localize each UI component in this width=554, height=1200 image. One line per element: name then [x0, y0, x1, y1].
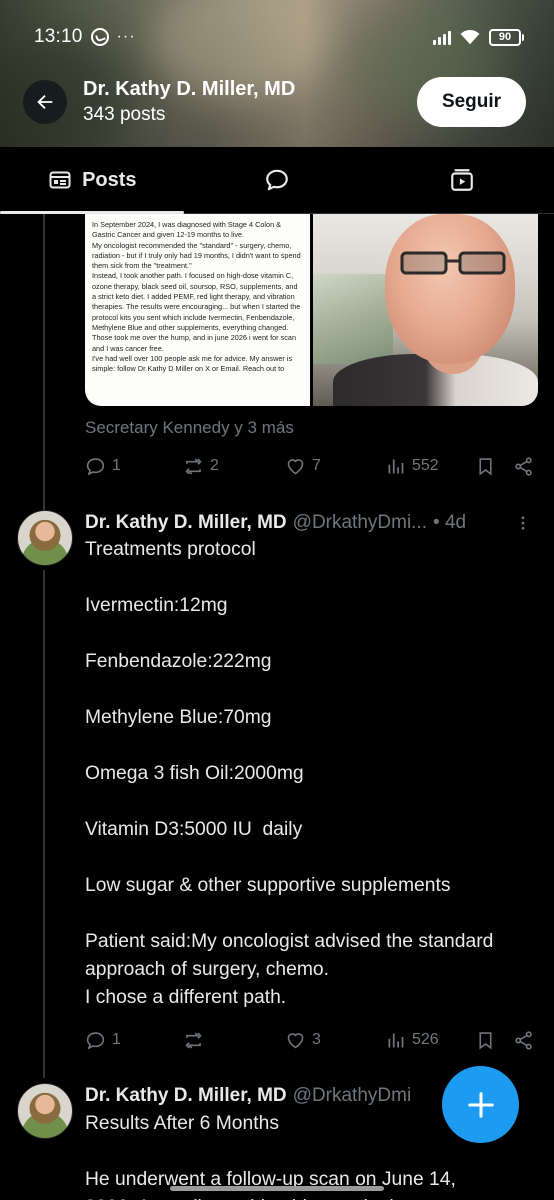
more-options-button[interactable]	[514, 514, 532, 538]
posts-icon	[49, 171, 71, 189]
post-actions: 1 2 7 552	[85, 452, 537, 480]
repost-icon	[185, 458, 202, 474]
post-actions: 1 3 526	[85, 1026, 537, 1054]
views-icon	[388, 459, 404, 473]
tab-posts[interactable]: Posts	[0, 147, 185, 214]
status-time: 13:10	[34, 26, 83, 47]
author-handle[interactable]: @DrkathyDmi...	[293, 512, 427, 534]
patient-photo[interactable]	[313, 214, 538, 406]
battery-level: 90	[489, 28, 521, 46]
post-author: Dr. Kathy D. Miller, MD @DrkathyDmi	[85, 1085, 411, 1107]
more-notifications-icon: ···	[116, 28, 136, 45]
heart-icon	[287, 1032, 304, 1048]
share-icon	[515, 456, 532, 476]
image-text-line: In September 2024, I was diagnosed with …	[92, 220, 282, 240]
avatar[interactable]	[17, 510, 73, 566]
image-text-line: My oncologist recommended the "standard"…	[92, 240, 301, 271]
like-button[interactable]: 3	[285, 1030, 385, 1051]
bookmark-button[interactable]	[475, 1030, 513, 1051]
more-vertical-icon	[521, 516, 525, 530]
compose-button[interactable]	[442, 1066, 519, 1143]
profile-header: 13:10 ··· 90 Dr. Kathy D. Miller, MD 343…	[0, 0, 554, 147]
repost-count: 2	[210, 457, 219, 474]
like-count: 3	[312, 1031, 321, 1048]
image-text-line: Those took me over the hump, and in june…	[92, 333, 297, 353]
repost-icon	[185, 1032, 202, 1048]
heart-icon	[287, 458, 304, 474]
share-button[interactable]	[513, 1030, 534, 1051]
like-count: 7	[312, 457, 321, 474]
profile-tabs: Posts	[0, 147, 554, 214]
image-text-line: I've had well over 100 people ask me for…	[92, 353, 293, 374]
bookmark-icon	[479, 1031, 492, 1050]
author-name[interactable]: Dr. Kathy D. Miller, MD	[85, 1085, 287, 1107]
view-count: 526	[412, 1031, 439, 1048]
testimonial-image[interactable]: In September 2024, I was diagnosed with …	[85, 214, 310, 406]
author-handle[interactable]: @DrkathyDmi	[293, 1085, 412, 1107]
signal-icon	[433, 29, 451, 45]
reply-icon	[86, 457, 105, 475]
battery-icon: 90	[489, 28, 524, 46]
profile-name: Dr. Kathy D. Miller, MD	[83, 78, 296, 100]
author-name[interactable]: Dr. Kathy D. Miller, MD	[85, 512, 287, 534]
wifi-icon	[459, 28, 481, 46]
bookmark-icon	[479, 457, 492, 476]
status-bar: 13:10 ··· 90	[34, 24, 524, 50]
avatar[interactable]	[17, 1083, 73, 1139]
media-icon	[450, 169, 473, 191]
reply-count: 1	[112, 457, 121, 474]
tab-media[interactable]	[369, 147, 554, 213]
views-button[interactable]: 526	[385, 1030, 475, 1051]
repost-button[interactable]: 2	[183, 456, 285, 477]
replies-icon	[266, 169, 288, 191]
reply-button[interactable]: 1	[85, 456, 183, 477]
view-count: 552	[412, 457, 439, 474]
post-time[interactable]: • 4d	[433, 512, 466, 534]
share-button[interactable]	[513, 456, 534, 477]
share-icon	[515, 1030, 532, 1050]
bookmark-button[interactable]	[475, 456, 513, 477]
tab-replies[interactable]	[185, 147, 370, 213]
plus-icon	[467, 1091, 494, 1118]
like-button[interactable]: 7	[285, 456, 385, 477]
views-icon	[388, 1033, 404, 1047]
post-media[interactable]: In September 2024, I was diagnosed with …	[85, 214, 538, 406]
repost-button[interactable]	[183, 1030, 285, 1051]
reply-icon	[86, 1031, 105, 1049]
home-indicator[interactable]	[170, 1186, 384, 1191]
back-button[interactable]	[23, 80, 67, 124]
views-button[interactable]: 552	[385, 456, 475, 477]
reply-button[interactable]: 1	[85, 1030, 183, 1051]
arrow-left-icon	[37, 94, 53, 110]
follow-button[interactable]: Seguir	[417, 77, 526, 127]
posts-count: 343 posts	[83, 104, 166, 125]
tagged-users[interactable]: Secretary Kennedy y 3 más	[85, 418, 294, 438]
image-text-line: Instead, I took another path. I focused …	[92, 271, 301, 332]
thread-line	[43, 570, 45, 1078]
whatsapp-icon	[90, 28, 109, 46]
post-author: Dr. Kathy D. Miller, MD @DrkathyDmi... •…	[85, 512, 466, 534]
thread-line	[43, 214, 45, 510]
tab-posts-label: Posts	[82, 168, 137, 191]
post-body: Treatments protocol Ivermectin:12mg Fenb…	[85, 539, 494, 1008]
reply-count: 1	[112, 1031, 121, 1048]
